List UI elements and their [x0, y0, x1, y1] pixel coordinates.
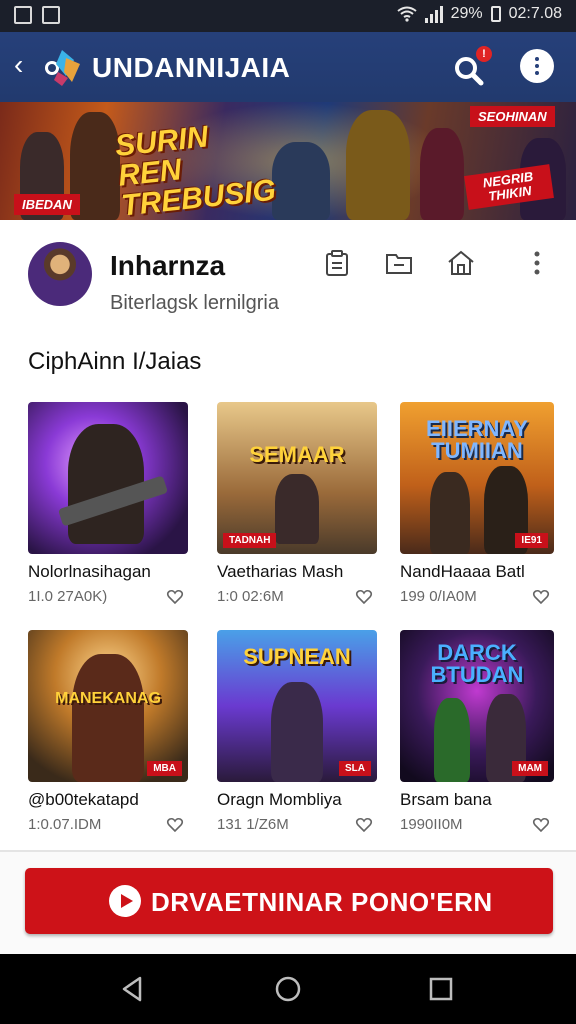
nav-recents-icon[interactable] [426, 974, 456, 1004]
clipboard-icon[interactable] [322, 248, 352, 278]
promo-banner[interactable]: SURIN REN TREBUSIG IBEDAN SEOHINAN NEGRI… [0, 102, 576, 220]
heart-icon[interactable] [532, 816, 550, 834]
thumbnail-tag: SLA [339, 761, 371, 776]
gallery-icon [14, 6, 32, 24]
heart-icon[interactable] [355, 588, 373, 606]
thumbnail-character [430, 472, 470, 554]
thumbnail-caption: MANEKANAG [55, 690, 161, 707]
banner-character [420, 128, 464, 220]
thumbnail-caption: SEMAAR [249, 442, 345, 467]
bottom-action-area: DRVAETNINAR PONO'ERN [0, 852, 576, 954]
game-thumbnail: SUPNEAN SLA [217, 630, 377, 782]
overflow-menu-icon[interactable] [522, 248, 552, 278]
primary-action-label: DRVAETNINAR PONO'ERN [151, 887, 493, 917]
heart-icon[interactable] [166, 588, 184, 606]
heart-icon[interactable] [532, 588, 550, 606]
signal-icon [424, 5, 443, 23]
thumbnail-caption: EIIERNAY TUMIIAN [426, 416, 528, 463]
game-thumbnail: DARCK BTUDAN MAM [400, 630, 554, 782]
thumbnail-character [275, 474, 319, 544]
game-name: Oragn Mombliya [217, 790, 342, 809]
notification-badge: ! [476, 46, 492, 62]
primary-action-button[interactable]: DRVAETNINAR PONO'ERN [25, 868, 553, 934]
game-name: Vaetharias Mash [217, 562, 344, 581]
game-name: Brsam bana [400, 790, 492, 809]
back-arrow-icon[interactable]: ‹ [14, 50, 23, 80]
banner-title: SURIN REN TREBUSIG [113, 120, 278, 220]
profile-avatar[interactable] [28, 242, 92, 306]
folder-icon[interactable] [384, 248, 414, 278]
game-meta: 1990II0M [400, 816, 463, 833]
nav-back-icon[interactable] [118, 974, 148, 1004]
nav-home-icon[interactable] [273, 974, 303, 1004]
thumbnail-character [271, 682, 323, 782]
game-name: Nolorlnasihagan [28, 562, 151, 581]
content-area: Inharnza Biterlagsk lernilgria CiphAinn … [0, 220, 576, 850]
clock: 02:7.08 [508, 5, 562, 22]
game-meta: 1I.0 27A0K) [28, 588, 108, 605]
game-thumbnail: EIIERNAY TUMIIAN IE91 [400, 402, 554, 554]
banner-character [346, 110, 410, 220]
app-logo [45, 50, 80, 86]
game-meta: 131 1/Z6M [217, 816, 289, 833]
heart-icon[interactable] [166, 816, 184, 834]
game-meta: 1:0 02:6M [217, 588, 284, 605]
thumbnail-tag: IE91 [515, 533, 548, 548]
thumbnail-character [72, 654, 144, 782]
thumbnail-caption: SUPNEAN [243, 644, 351, 669]
app-bar: ‹ UNDANNIJAIA ! [0, 32, 576, 102]
game-thumbnail [28, 402, 188, 554]
thumbnail-caption: DARCK BTUDAN [430, 640, 524, 687]
thumbnail-tag: MAM [512, 761, 548, 776]
game-thumbnail: MANEKANAG MBA [28, 630, 188, 782]
system-nav-bar [0, 954, 576, 1024]
app-title: UNDANNIJAIA [92, 52, 291, 83]
more-options-icon[interactable] [520, 49, 554, 83]
home-icon[interactable] [446, 248, 476, 278]
wifi-icon [396, 6, 417, 22]
banner-tag: IBEDAN [14, 194, 80, 215]
game-meta: 199 0/IA0M [400, 588, 477, 605]
banner-character [272, 142, 330, 220]
profile-name: Inharnza [110, 250, 226, 281]
status-bar: 29% 02:7.08 [0, 0, 576, 32]
game-thumbnail: SEMAAR TADNAH [217, 402, 377, 554]
section-title: CiphAinn I/Jaias [28, 348, 202, 375]
profile-subtitle: Biterlagsk lernilgria [110, 292, 279, 314]
thumbnail-tag: TADNAH [223, 533, 277, 548]
battery-percent: 29% [450, 5, 483, 22]
thumbnail-character [434, 698, 470, 782]
game-name: @b00tekatapd [28, 790, 139, 809]
battery-icon [490, 6, 501, 22]
thumbnail-tag: MBA [147, 761, 182, 776]
game-name: NandHaaaa Batl [400, 562, 525, 581]
play-icon [109, 885, 141, 917]
game-meta: 1:0.07.IDM [28, 816, 102, 833]
sim-icon [42, 6, 60, 24]
banner-tag: SEOHINAN [470, 106, 555, 127]
heart-icon[interactable] [355, 816, 373, 834]
